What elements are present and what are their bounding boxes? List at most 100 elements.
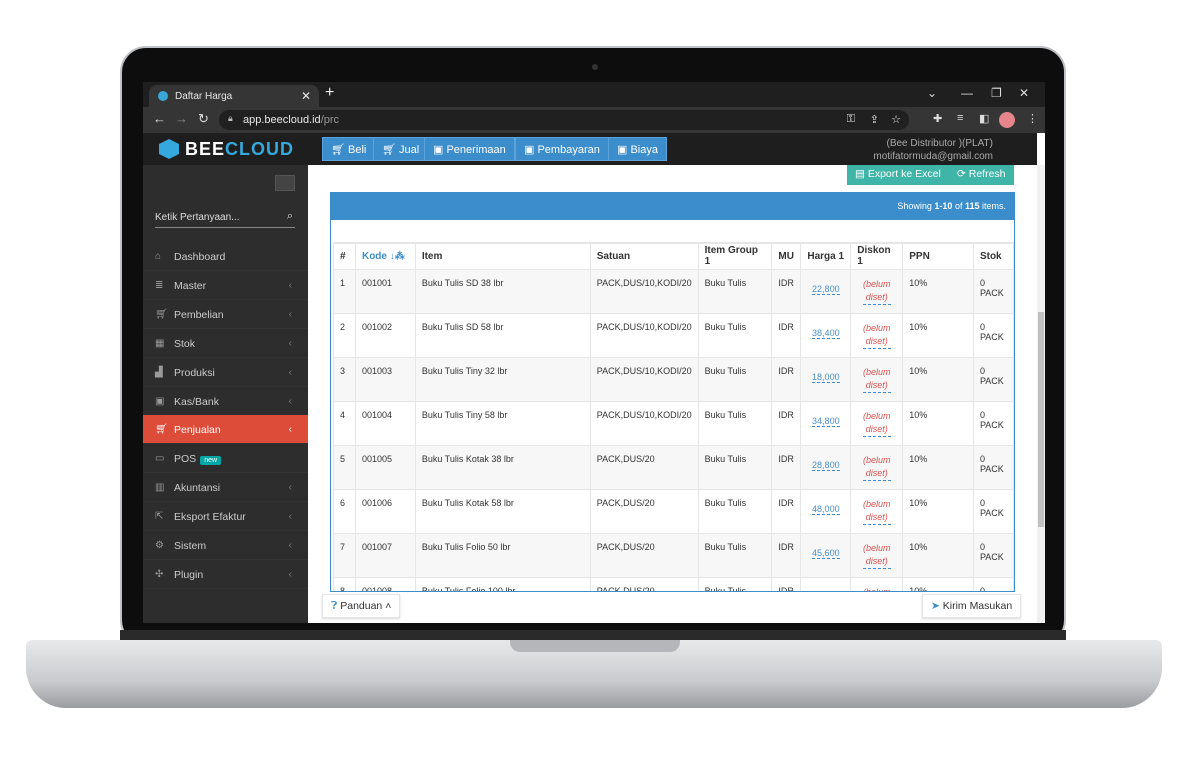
table-row[interactable]: 4 001004 Buku Tulis Tiny 58 lbr PACK,DUS/10… bbox=[333, 400, 1014, 446]
diskon-edit-link[interactable]: (belum diset) bbox=[863, 278, 891, 305]
table-row[interactable]: 5 001005 Buku Tulis Kotak 38 lbr PACK,DUS/2… bbox=[333, 444, 1014, 490]
summary-range: 1-10 bbox=[934, 201, 953, 211]
harga-edit-link[interactable]: 22,800 bbox=[812, 284, 840, 295]
sidebar-item-master[interactable]: ≣ Master ‹ bbox=[143, 271, 308, 300]
cell: IDR bbox=[771, 576, 802, 591]
cart-icon: 🛒︎ bbox=[155, 308, 168, 320]
export-label: Export ke Excel bbox=[867, 168, 941, 180]
table-row[interactable]: 7 001007 Buku Tulis Folio 50 lbr PACK,DUS/2… bbox=[333, 532, 1014, 578]
menu-dots-icon[interactable]: ⋮ bbox=[1027, 112, 1038, 125]
diskon-edit-link[interactable]: (belum diset) bbox=[863, 410, 891, 437]
cell: 2 bbox=[333, 312, 356, 358]
url-input[interactable]: 🔒︎ app.beecloud.id/prc ⚿ ⇪ ☆ bbox=[219, 110, 909, 130]
unset-b: diset) bbox=[865, 467, 888, 478]
search-icon[interactable]: ⌕ bbox=[287, 210, 293, 223]
scrollbar-thumb[interactable] bbox=[1038, 312, 1044, 527]
harga-edit-link[interactable]: 48,000 bbox=[812, 504, 840, 515]
sidebar-item-sistem[interactable]: ⚙︎ Sistem ‹ bbox=[143, 531, 308, 560]
cell: PACK,DUS/20 bbox=[589, 532, 699, 578]
diskon-cell: (belum diset) bbox=[850, 312, 904, 358]
diskon-edit-link[interactable]: (belum diset) bbox=[863, 322, 891, 349]
unset-b: diset) bbox=[865, 291, 888, 302]
unset-a: (belum bbox=[863, 366, 891, 377]
sidebar-item-plugin[interactable]: ✣ Plugin ‹ bbox=[143, 560, 308, 589]
sidebar-item-pembelian[interactable]: 🛒︎ Pembelian ‹ bbox=[143, 300, 308, 329]
back-icon[interactable]: ← bbox=[153, 111, 166, 126]
box-icon: ▦ bbox=[155, 337, 165, 349]
money-icon: ▣ bbox=[524, 144, 535, 156]
pembayaran-button[interactable]: ▣ Pembayaran bbox=[515, 137, 609, 161]
column-header[interactable]: Kode ↓⁂ bbox=[354, 242, 416, 270]
summary-total: 115 bbox=[964, 201, 980, 211]
ppn-cell: 10% bbox=[902, 268, 974, 314]
reload-icon[interactable]: ↻ bbox=[198, 111, 209, 127]
beli-button[interactable]: 🛒︎ Beli bbox=[322, 137, 376, 161]
panduan-button[interactable]: ❓︎ Panduan ˄ bbox=[322, 594, 401, 618]
close-tab-icon[interactable]: ✕ bbox=[301, 89, 311, 103]
harga-cell: 28,800 bbox=[800, 444, 852, 490]
browser-tab[interactable]: Daftar Harga ✕ bbox=[149, 85, 319, 107]
close-window-icon[interactable]: ✕ bbox=[1019, 86, 1029, 100]
price-list-panel: Showing 1-10 of 115 items. # Kode ↓⁂ Item S… bbox=[330, 192, 1015, 592]
penerimaan-button[interactable]: ▣ Penerimaan bbox=[424, 137, 515, 161]
puzzle-icon: ✣ bbox=[155, 568, 164, 580]
diskon-edit-link[interactable]: (belum diset) bbox=[863, 454, 891, 481]
forward-icon[interactable]: → bbox=[175, 111, 188, 126]
user-email: motifatormuda@gmail.com bbox=[873, 151, 993, 162]
table-row[interactable]: 8 001008 Buku Tulis Folio 100 lbr PACK,DUS/… bbox=[333, 576, 1014, 591]
sidebar-item-eksport-efaktur[interactable]: ⇱ Eksport Efaktur ‹ bbox=[143, 502, 308, 532]
harga-edit-link[interactable]: 45,600 bbox=[812, 548, 840, 559]
export-excel-button[interactable]: ▤ Export ke Excel bbox=[847, 165, 949, 185]
sidebar-item-dashboard[interactable]: ⌂ Dashboard bbox=[143, 242, 308, 271]
refresh-button[interactable]: ⟳ Refresh bbox=[949, 165, 1014, 185]
kirim-masukan-button[interactable]: ➤ Kirim Masukan bbox=[922, 594, 1022, 618]
media-icon[interactable]: ≡ bbox=[957, 112, 963, 124]
sidebar-item-label: Akuntansi bbox=[174, 482, 221, 495]
profile-avatar[interactable] bbox=[999, 112, 1015, 128]
sidebar-toggle-button[interactable] bbox=[275, 175, 295, 191]
money-icon: ▣ bbox=[155, 395, 165, 407]
sidebar-item-stok[interactable]: ▦ Stok ‹ bbox=[143, 329, 308, 358]
table-row[interactable]: 3 001003 Buku Tulis Tiny 32 lbr PACK,DUS/10… bbox=[333, 356, 1014, 402]
minimize-icon[interactable]: — bbox=[961, 86, 973, 100]
extensions-icon[interactable]: ✚ bbox=[933, 112, 942, 125]
search-placeholder: Ketik Pertanyaan... bbox=[155, 212, 240, 223]
user-info[interactable]: (Bee Distributor )(PLAT) motifatormuda@gm… bbox=[873, 137, 993, 163]
sidebar-item-pos[interactable]: ▭ POS new bbox=[143, 444, 308, 474]
sidebar-item-kas-bank[interactable]: ▣ Kas/Bank ‹ bbox=[143, 387, 308, 416]
ppn-cell: 10% bbox=[902, 444, 974, 490]
favicon-icon bbox=[158, 91, 168, 101]
share-icon[interactable]: ⇪ bbox=[870, 113, 879, 126]
table-row[interactable]: 1 001001 Buku Tulis SD 38 lbr PACK,DUS/10,K… bbox=[333, 268, 1014, 314]
key-icon[interactable]: ⚿ bbox=[847, 113, 855, 126]
biaya-button[interactable]: ▣ Biaya bbox=[608, 137, 667, 161]
cell: IDR bbox=[771, 312, 802, 358]
sidebar-item-produksi[interactable]: ▟ Produksi ‹ bbox=[143, 358, 308, 387]
beecloud-logo[interactable]: BEECLOUD bbox=[159, 139, 294, 160]
table-row[interactable]: 6 001006 Buku Tulis Kotak 58 lbr PACK,DUS/2… bbox=[333, 488, 1014, 534]
diskon-edit-link[interactable]: (belum diset) bbox=[863, 498, 891, 525]
sidepanel-icon[interactable]: ◧ bbox=[979, 112, 989, 125]
jual-button[interactable]: 🛒︎ Jual bbox=[373, 137, 429, 161]
new-tab-button[interactable]: + bbox=[325, 84, 334, 102]
cell: Buku Tulis bbox=[697, 312, 773, 358]
harga-edit-link[interactable]: 18,000 bbox=[812, 372, 840, 383]
cell: IDR bbox=[771, 444, 802, 490]
harga-edit-link[interactable]: 28,800 bbox=[812, 460, 840, 471]
restore-icon[interactable]: ❐ bbox=[991, 86, 1002, 100]
harga-edit-link[interactable]: 38,400 bbox=[812, 328, 840, 339]
refresh-icon: ⟳ bbox=[957, 168, 966, 180]
stok-cell: 0 PACK bbox=[972, 268, 1014, 314]
diskon-edit-link[interactable]: (belum diset) bbox=[863, 366, 891, 393]
tab-search-icon[interactable]: ⌄ bbox=[927, 86, 937, 100]
main-content: ▤ Export ke Excel ⟳ Refresh Showing 1-10… bbox=[308, 165, 1037, 623]
diskon-cell: (belum diset) bbox=[850, 532, 904, 578]
sidebar-item-penjualan[interactable]: 🛒︎ Penjualan ‹ bbox=[143, 415, 308, 445]
diskon-edit-link[interactable]: (belum diset) bbox=[863, 542, 891, 569]
star-icon[interactable]: ☆ bbox=[891, 113, 901, 126]
stok-cell: 0 PACK bbox=[972, 356, 1014, 402]
sidebar-search-input[interactable]: Ketik Pertanyaan... ⌕ bbox=[155, 208, 295, 228]
harga-edit-link[interactable]: 34,800 bbox=[812, 416, 840, 427]
sidebar-item-akuntansi[interactable]: ▥ Akuntansi ‹ bbox=[143, 473, 308, 503]
table-row[interactable]: 2 001002 Buku Tulis SD 58 lbr PACK,DUS/10,K… bbox=[333, 312, 1014, 358]
